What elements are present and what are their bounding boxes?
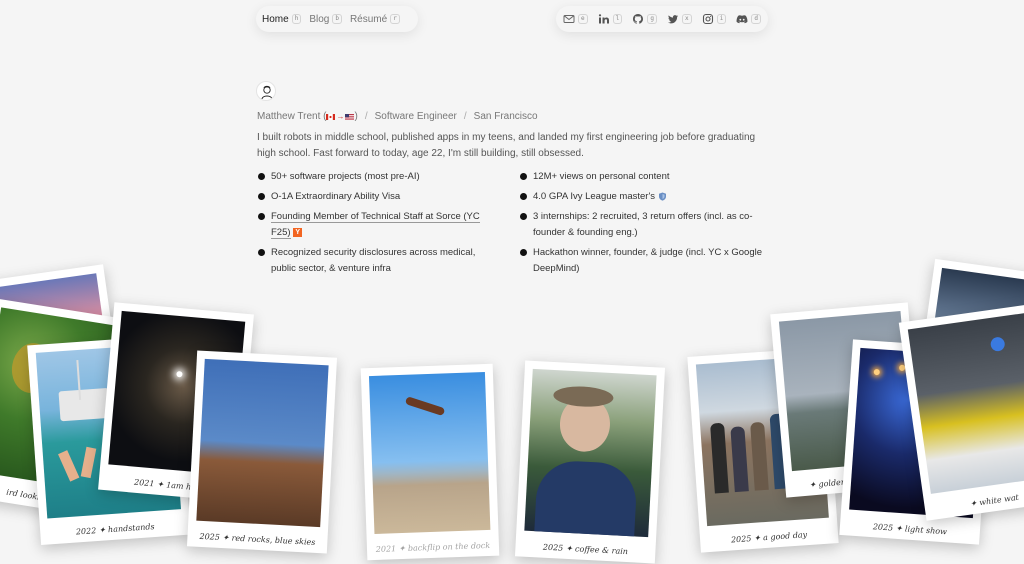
photo-caption: 2025 ✦ a good day	[730, 530, 808, 545]
highlight-item: Recognized security disclosures across m…	[257, 245, 497, 277]
twitter-link[interactable]: x	[667, 13, 692, 25]
photo-caption: 2021 ✦ backflip on the dock	[375, 540, 491, 554]
mail-icon	[563, 15, 575, 23]
nav-resume-shortcut: r	[390, 14, 400, 24]
polaroid-photo-coffee[interactable]: 2025 ✦ coffee & rain	[514, 360, 666, 564]
highlight-item: O-1A Extraordinary Ability Visa	[257, 189, 497, 205]
discord-icon	[736, 15, 748, 24]
highlight-item[interactable]: Founding Member of Technical Staff at So…	[257, 209, 497, 241]
github-icon	[633, 14, 644, 24]
avatar	[256, 81, 276, 101]
profile-meta: Matthew Trent ( → ) / Software Engineer …	[257, 111, 538, 122]
profile-name-close: )	[354, 111, 358, 122]
highlight-item: 4.0 GPA Ivy League master's	[519, 189, 769, 205]
twitter-icon	[668, 15, 679, 24]
meta-separator: /	[463, 111, 467, 122]
email-link[interactable]: e	[563, 13, 588, 25]
nav-blog-link[interactable]: Blog b	[309, 14, 342, 25]
meta-separator: /	[364, 111, 368, 122]
nav-resume-link[interactable]: Résumé r	[350, 14, 400, 25]
social-nav: e l g x i d	[556, 6, 768, 32]
highlight-item: Hackathon winner, founder, & judge (incl…	[519, 245, 769, 277]
email-shortcut: e	[578, 14, 588, 24]
highlights-left: 50+ software projects (most pre-AI) O-1A…	[257, 169, 497, 281]
github-link[interactable]: g	[632, 13, 657, 25]
highlight-item: 12M+ views on personal content	[519, 169, 769, 185]
highlight-text: 50+ software projects (most pre-AI)	[271, 171, 420, 182]
instagram-shortcut: i	[716, 14, 727, 24]
twitter-shortcut: x	[682, 14, 692, 24]
primary-nav: Home h Blog b Résumé r	[256, 6, 418, 32]
highlight-text: 12M+ views on personal content	[533, 171, 670, 182]
highlight-text: 4.0 GPA Ivy League master's	[533, 191, 656, 202]
canada-flag-icon	[326, 113, 336, 120]
shield-emoji-icon	[658, 192, 666, 201]
instagram-icon	[702, 13, 713, 25]
highlight-item: 3 internships: 2 recruited, 3 return off…	[519, 209, 769, 241]
photo-caption: 2025 ✦ red rocks, blue skies	[199, 531, 316, 547]
nav-blog-shortcut: b	[332, 14, 342, 24]
highlight-text: O-1A Extraordinary Ability Visa	[271, 191, 401, 202]
photo-caption: 2025 ✦ coffee & rain	[542, 542, 629, 557]
polaroid-photo-red-rocks[interactable]: 2025 ✦ red rocks, blue skies	[186, 350, 338, 554]
profile-name: Matthew Trent (	[257, 111, 327, 122]
highlights-right: 12M+ views on personal content 4.0 GPA I…	[519, 169, 769, 281]
discord-shortcut: d	[751, 14, 761, 24]
nav-home-label: Home	[262, 13, 289, 25]
photo-caption: 2022 ✦ handstands	[75, 522, 155, 537]
intro-paragraph: I built robots in middle school, publish…	[257, 132, 756, 159]
nav-blog-label: Blog	[309, 13, 330, 25]
discord-link[interactable]: d	[736, 13, 761, 25]
highlight-text: Hackathon winner, founder, & judge (incl…	[533, 247, 763, 274]
linkedin-shortcut: l	[612, 14, 623, 24]
highlight-item: 50+ software projects (most pre-AI)	[257, 169, 497, 185]
photo-caption: 2025 ✦ light show	[872, 522, 948, 537]
nav-home-link[interactable]: Home h	[262, 13, 302, 25]
github-shortcut: g	[647, 14, 657, 24]
highlight-text: Recognized security disclosures across m…	[271, 247, 476, 274]
arrow-right-icon: →	[336, 112, 345, 121]
profile-role: Software Engineer	[374, 111, 457, 122]
linkedin-icon	[598, 14, 609, 24]
usa-flag-icon	[345, 113, 355, 120]
sorce-link[interactable]: Founding Member of Technical Staff at So…	[271, 211, 480, 239]
polaroid-photo-backflip[interactable]: 2021 ✦ backflip on the dock	[360, 363, 500, 561]
nav-resume-label: Résumé	[349, 13, 388, 25]
linkedin-link[interactable]: l	[598, 13, 623, 25]
nav-home-shortcut: h	[291, 14, 302, 24]
highlight-text: 3 internships: 2 recruited, 3 return off…	[533, 211, 753, 238]
instagram-link[interactable]: i	[702, 13, 727, 25]
yc-logo-icon: Y	[293, 227, 303, 237]
profile-location: San Francisco	[473, 111, 538, 122]
